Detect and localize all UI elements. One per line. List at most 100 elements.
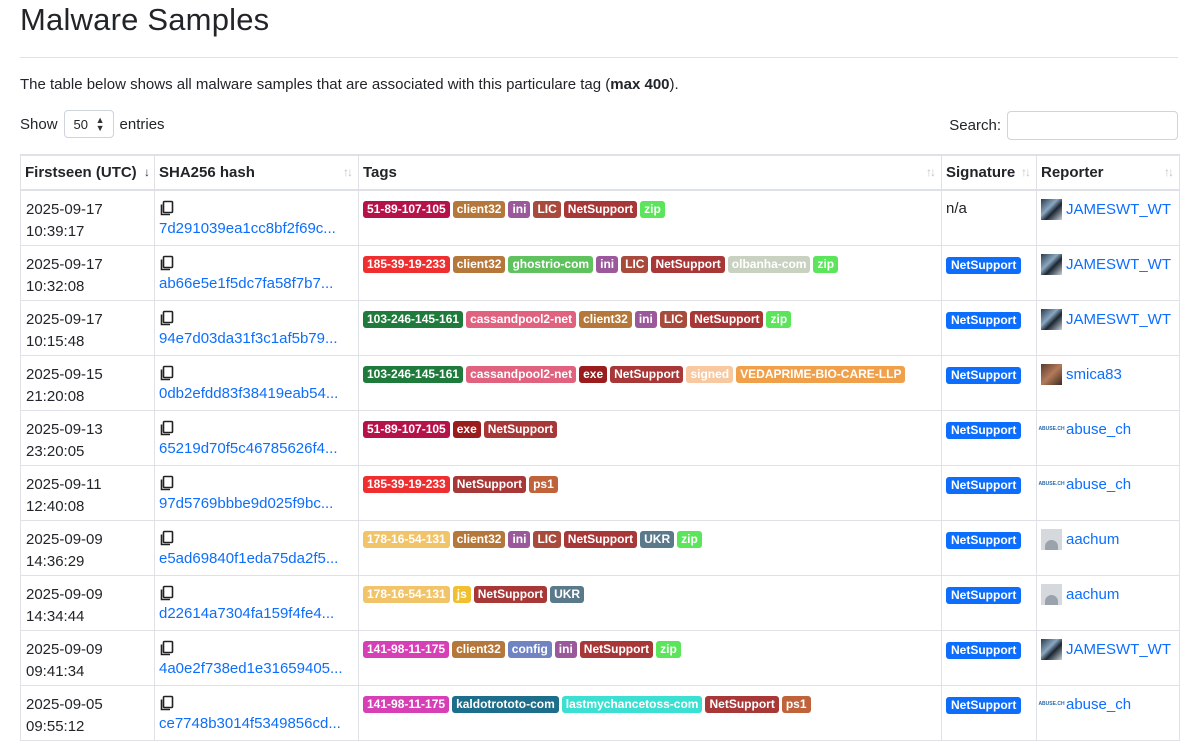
tag-badge[interactable]: NetSupport [483, 420, 558, 438]
signature-badge[interactable]: NetSupport [946, 311, 1022, 329]
tag-badge[interactable]: cassandpool2-net [466, 310, 577, 328]
tag-badge[interactable]: 103-246-145-161 [363, 310, 464, 328]
tag-badge[interactable]: ini [508, 530, 531, 548]
tag-badge[interactable]: js [452, 585, 471, 603]
tag-badge[interactable]: UKR [550, 585, 585, 603]
tag-badge[interactable]: 178-16-54-131 [363, 585, 450, 603]
tag-badge[interactable]: client32 [452, 530, 506, 548]
signature-badge[interactable]: NetSupport [946, 366, 1022, 384]
signature-badge[interactable]: NetSupport [946, 531, 1022, 549]
tag-badge[interactable]: client32 [579, 310, 632, 328]
tag-badge[interactable]: NetSupport [705, 695, 779, 713]
tag-badge[interactable]: cassandpool2-net [466, 365, 577, 383]
tag-badge[interactable]: client32 [452, 255, 506, 273]
reporter-link[interactable]: JAMESWT_WT [1066, 256, 1171, 273]
search-input[interactable] [1007, 111, 1178, 140]
tag-badge[interactable]: 51-89-107-105 [363, 420, 450, 438]
hash-link[interactable]: 94e7d03da31f3c1af5b79... [159, 330, 354, 348]
tag-badge[interactable]: LIC [659, 310, 688, 328]
copy-icon[interactable] [159, 365, 354, 381]
hash-link[interactable]: 7d291039ea1cc8bf2f69c... [159, 220, 354, 238]
hash-link[interactable]: 0db2efdd83f38419eab54... [159, 385, 354, 403]
tag-badge[interactable]: config [507, 640, 552, 658]
tag-badge[interactable]: client32 [452, 640, 505, 658]
copy-icon[interactable] [159, 585, 354, 601]
column-header-reporter[interactable]: Reporter ↑↓ [1036, 154, 1180, 191]
tag-badge[interactable]: ini [554, 640, 577, 658]
tag-badge[interactable]: kaldotrototo-com [452, 695, 559, 713]
tag-badge[interactable]: zip [656, 640, 681, 658]
copy-icon[interactable] [159, 640, 354, 656]
column-header-sha256[interactable]: SHA256 hash ↑↓ [154, 154, 359, 191]
signature-badge[interactable]: NetSupport [946, 256, 1022, 274]
hash-link[interactable]: ab66e5e1f5dc7fa58f7b7... [159, 275, 354, 293]
tag-badge[interactable]: ps1 [781, 695, 811, 713]
reporter-link[interactable]: smica83 [1066, 366, 1122, 383]
tag-badge[interactable]: NetSupport [610, 365, 684, 383]
tag-badge[interactable]: ini [596, 255, 619, 273]
column-header-firstseen[interactable]: Firstseen (UTC) ↓ [20, 154, 155, 191]
tag-badge[interactable]: 178-16-54-131 [363, 530, 450, 548]
tag-badge[interactable]: signed [686, 365, 734, 383]
reporter-link[interactable]: aachum [1066, 586, 1119, 603]
tag-badge[interactable]: lastmychancetoss-com [561, 695, 703, 713]
tag-badge[interactable]: exe [579, 365, 608, 383]
signature-badge[interactable]: NetSupport [946, 696, 1022, 714]
tag-badge[interactable]: NetSupport [563, 201, 638, 218]
reporter-link[interactable]: JAMESWT_WT [1066, 201, 1171, 218]
tag-badge[interactable]: 141-98-11-175 [363, 695, 450, 713]
copy-icon[interactable] [159, 420, 354, 436]
copy-icon[interactable] [159, 310, 354, 326]
reporter-link[interactable]: aachum [1066, 531, 1119, 548]
tag-badge[interactable]: olbanha-com [727, 255, 811, 273]
tag-badge[interactable]: client32 [452, 201, 506, 218]
column-header-signature[interactable]: Signature ↑↓ [941, 154, 1037, 191]
tag-badge[interactable]: NetSupport [579, 640, 654, 658]
hash-link[interactable]: 65219d70f5c46785626f4... [159, 440, 354, 458]
tag-badge[interactable]: LIC [533, 201, 561, 218]
hash-link[interactable]: e5ad69840f1eda75da2f5... [159, 550, 354, 568]
tag-badge[interactable]: zip [677, 530, 702, 548]
tag-badge[interactable]: NetSupport [473, 585, 548, 603]
copy-icon[interactable] [159, 475, 354, 491]
tag-badge[interactable]: NetSupport [452, 475, 527, 493]
copy-icon[interactable] [159, 530, 354, 546]
hash-link[interactable]: 97d5769bbbe9d025f9bc... [159, 495, 354, 513]
reporter-link[interactable]: abuse_ch [1066, 696, 1131, 713]
tag-badge[interactable]: ghostrio-com [508, 255, 594, 273]
tag-badge[interactable]: 185-39-19-233 [363, 255, 450, 273]
tag-badge[interactable]: zip [813, 255, 839, 273]
reporter-link[interactable]: abuse_ch [1066, 421, 1131, 438]
entries-select[interactable]: 50 ▲ ▼ [63, 110, 114, 138]
tag-badge[interactable]: ini [508, 201, 531, 218]
tag-badge[interactable]: VEDAPRIME-BIO-CARE-LLP [736, 365, 906, 383]
hash-link[interactable]: ce7748b3014f5349856cd... [159, 715, 354, 733]
tag-badge[interactable]: exe [452, 420, 481, 438]
reporter-link[interactable]: JAMESWT_WT [1066, 641, 1171, 658]
tag-badge[interactable]: NetSupport [690, 310, 764, 328]
tag-badge[interactable]: UKR [640, 530, 675, 548]
reporter-link[interactable]: JAMESWT_WT [1066, 311, 1171, 328]
copy-icon[interactable] [159, 695, 354, 711]
signature-badge[interactable]: NetSupport [946, 641, 1022, 659]
signature-badge[interactable]: NetSupport [946, 421, 1022, 439]
tag-badge[interactable]: NetSupport [563, 530, 638, 548]
reporter-link[interactable]: abuse_ch [1066, 476, 1131, 493]
column-header-tags[interactable]: Tags ↑↓ [358, 154, 942, 191]
hash-link[interactable]: d22614a7304fa159f4fe4... [159, 605, 354, 623]
tag-badge[interactable]: ps1 [529, 475, 558, 493]
tag-badge[interactable]: zip [766, 310, 792, 328]
signature-badge[interactable]: NetSupport [946, 476, 1022, 494]
tag-badge[interactable]: 51-89-107-105 [363, 201, 450, 218]
tag-badge[interactable]: ini [634, 310, 657, 328]
signature-badge[interactable]: NetSupport [946, 586, 1022, 604]
tag-badge[interactable]: zip [640, 201, 665, 218]
tag-badge[interactable]: 141-98-11-175 [363, 640, 450, 658]
tag-badge[interactable]: LIC [533, 530, 561, 548]
tag-badge[interactable]: LIC [621, 255, 649, 273]
copy-icon[interactable] [159, 200, 354, 216]
copy-icon[interactable] [159, 255, 354, 271]
tag-badge[interactable]: 103-246-145-161 [363, 365, 464, 383]
hash-link[interactable]: 4a0e2f738ed1e31659405... [159, 660, 354, 678]
tag-badge[interactable]: NetSupport [651, 255, 725, 273]
